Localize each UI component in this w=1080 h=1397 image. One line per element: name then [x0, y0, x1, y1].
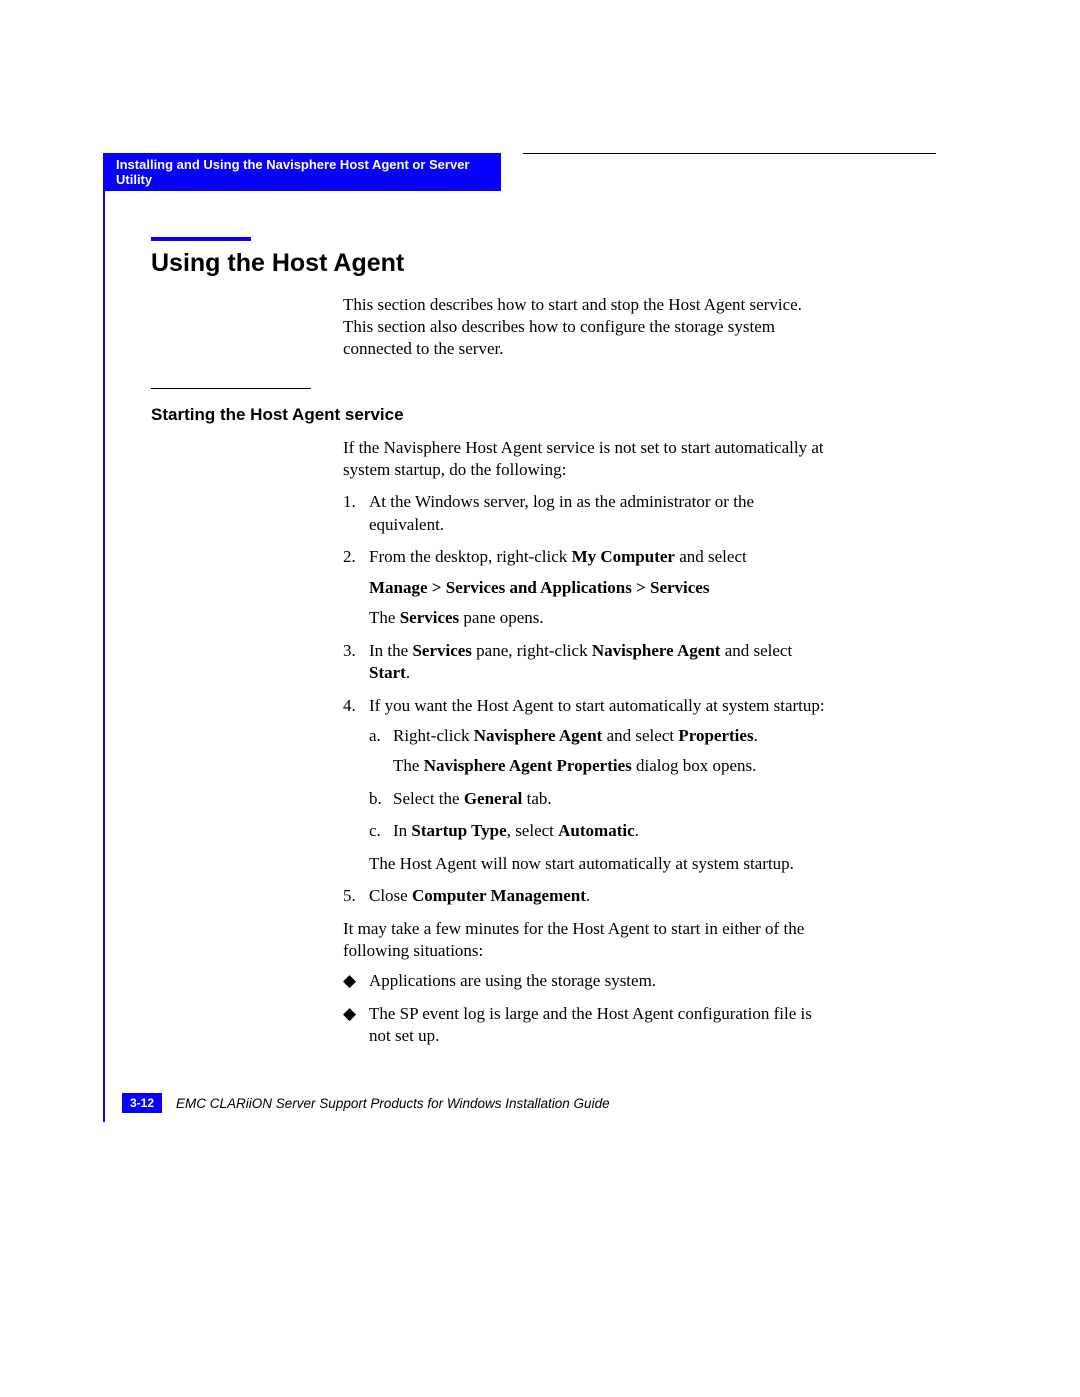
step-number: 4.: [343, 695, 369, 876]
text: The: [369, 608, 400, 627]
substep-letter: a.: [369, 725, 393, 778]
bold: Navisphere Agent: [474, 726, 603, 745]
step-4: 4. If you want the Host Agent to start a…: [343, 695, 833, 876]
step-text: If you want the Host Agent to start auto…: [369, 695, 833, 876]
step-text: At the Windows server, log in as the adm…: [369, 491, 833, 536]
step-2: 2. From the desktop, right-click My Comp…: [343, 546, 833, 629]
text: and select: [720, 641, 792, 660]
text: .: [754, 726, 758, 745]
bold: Computer Management: [412, 886, 586, 905]
substep-a: a. Right-click Navisphere Agent and sele…: [369, 725, 833, 778]
bullet-item: ◆ Applications are using the storage sys…: [343, 970, 833, 992]
page-number: 3-12: [122, 1093, 162, 1113]
step-1: 1. At the Windows server, log in as the …: [343, 491, 833, 536]
section-intro: This section describes how to start and …: [343, 294, 833, 360]
substep-letter: b.: [369, 788, 393, 810]
bold: Automatic: [558, 821, 634, 840]
bullet-list: ◆ Applications are using the storage sys…: [343, 970, 833, 1047]
step-4-after: The Host Agent will now start automatica…: [369, 853, 833, 875]
text: .: [406, 663, 410, 682]
page-content: Installing and Using the Navisphere Host…: [103, 153, 835, 1058]
text: and select: [602, 726, 678, 745]
substep-c: c. In Startup Type, select Automatic.: [369, 820, 833, 842]
bold: General: [464, 789, 523, 808]
bold: Properties: [678, 726, 753, 745]
bold: Navisphere Agent: [592, 641, 721, 660]
text: tab.: [522, 789, 551, 808]
bold: Startup Type: [411, 821, 506, 840]
bold: Start: [369, 663, 406, 682]
bold: Services: [412, 641, 471, 660]
text: Close: [369, 886, 412, 905]
footer-doc-title: EMC CLARiiON Server Support Products for…: [176, 1096, 610, 1111]
substep-letter: c.: [369, 820, 393, 842]
substeps: a. Right-click Navisphere Agent and sele…: [369, 725, 833, 843]
text: In the: [369, 641, 412, 660]
step-number: 5.: [343, 885, 369, 907]
step-number: 1.: [343, 491, 369, 536]
step-text: In the Services pane, right-click Navisp…: [369, 640, 833, 685]
text: Select the: [393, 789, 464, 808]
subsection-title: Starting the Host Agent service: [151, 405, 835, 425]
subsection-intro: If the Navisphere Host Agent service is …: [343, 437, 833, 481]
bold: Services: [400, 608, 459, 627]
step-number: 2.: [343, 546, 369, 629]
after-steps-text: It may take a few minutes for the Host A…: [343, 918, 833, 963]
bold: Navisphere Agent Properties: [424, 756, 632, 775]
page-footer: 3-12 EMC CLARiiON Server Support Product…: [122, 1093, 610, 1113]
text: From the desktop, right-click: [369, 547, 572, 566]
bullet-item: ◆ The SP event log is large and the Host…: [343, 1003, 833, 1048]
text: In: [393, 821, 411, 840]
text: .: [586, 886, 590, 905]
section-title: Using the Host Agent: [151, 249, 835, 278]
subsection-rule: [151, 388, 311, 389]
bullet-text: The SP event log is large and the Host A…: [369, 1003, 833, 1048]
step-text: From the desktop, right-click My Compute…: [369, 546, 833, 629]
menu-path: Manage > Services and Applications > Ser…: [369, 578, 709, 597]
text: The: [393, 756, 424, 775]
header-rule: [523, 153, 936, 154]
step-number: 3.: [343, 640, 369, 685]
substep-b: b. Select the General tab.: [369, 788, 833, 810]
text: , select: [507, 821, 558, 840]
steps-list: 1. At the Windows server, log in as the …: [343, 491, 833, 907]
bullet-mark: ◆: [343, 970, 369, 992]
text: dialog box opens.: [632, 756, 757, 775]
text: Right-click: [393, 726, 474, 745]
text: pane, right-click: [472, 641, 592, 660]
bold: My Computer: [572, 547, 675, 566]
substep-text: Right-click Navisphere Agent and select …: [393, 725, 833, 778]
text: .: [635, 821, 639, 840]
bullet-text: Applications are using the storage syste…: [369, 970, 833, 992]
text: If you want the Host Agent to start auto…: [369, 696, 825, 715]
bullet-mark: ◆: [343, 1003, 369, 1048]
step-3: 3. In the Services pane, right-click Nav…: [343, 640, 833, 685]
section-title-rule: [151, 237, 251, 241]
substep-text: Select the General tab.: [393, 788, 833, 810]
text: pane opens.: [459, 608, 544, 627]
step-text: Close Computer Management.: [369, 885, 833, 907]
step-5: 5. Close Computer Management.: [343, 885, 833, 907]
substep-text: In Startup Type, select Automatic.: [393, 820, 833, 842]
text: and select: [675, 547, 747, 566]
chapter-header: Installing and Using the Navisphere Host…: [104, 153, 501, 191]
